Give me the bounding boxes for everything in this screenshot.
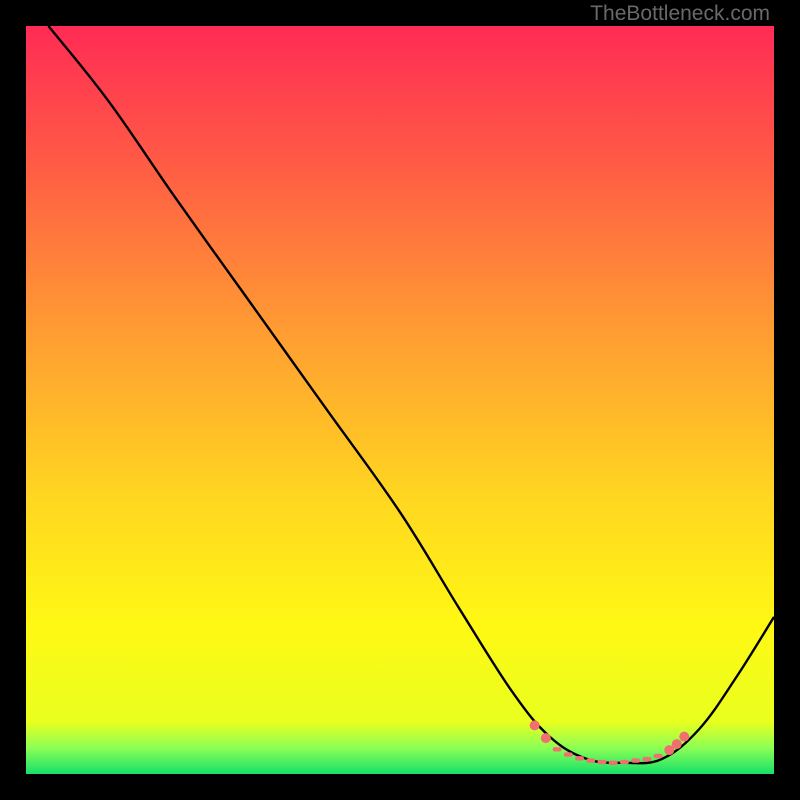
chart-frame — [26, 26, 774, 774]
watermark-text: TheBottleneck.com — [590, 2, 770, 26]
chart-svg — [26, 26, 774, 774]
chart-background — [26, 26, 774, 774]
